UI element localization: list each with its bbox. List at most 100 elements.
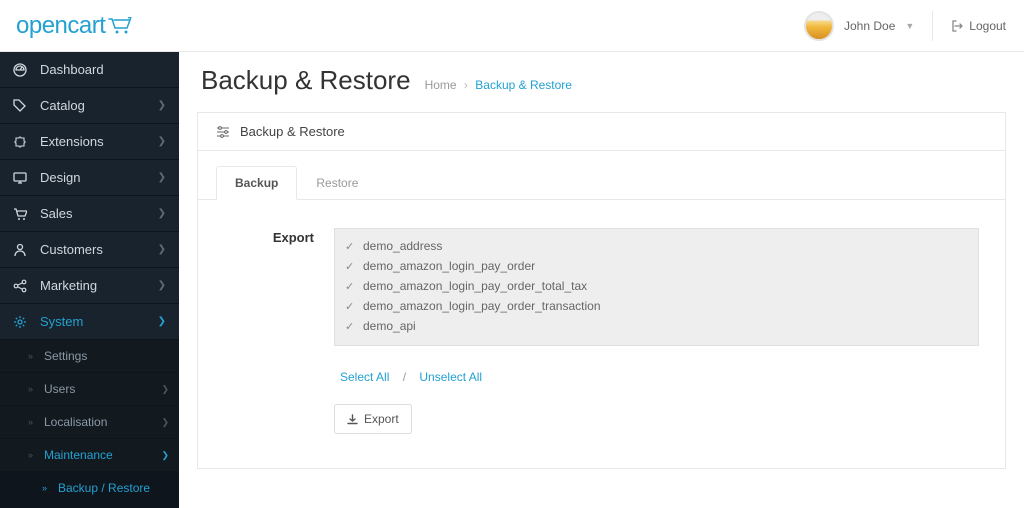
chevron-right-icon: ❯ <box>158 172 166 183</box>
panel: Backup & Restore Backup Restore Export ✓… <box>197 112 1006 469</box>
caret-down-icon: ▼ <box>905 21 914 31</box>
form-body: Export ✓ demo_address ✓ demo_amazon_login_… <box>198 200 1005 468</box>
breadcrumb-home[interactable]: Home <box>425 78 457 92</box>
puzzle-icon <box>13 135 31 149</box>
checkmark-icon: ✓ <box>345 240 357 253</box>
sidebar-item-label: Extensions <box>40 134 104 149</box>
breadcrumb-current[interactable]: Backup & Restore <box>475 78 572 92</box>
system-submenu: » Settings » Users ❯ » Localisation ❯ » … <box>0 340 179 508</box>
breadcrumb: Home › Backup & Restore <box>425 78 572 92</box>
share-icon <box>13 279 31 293</box>
table-name: demo_amazon_login_pay_order_total_tax <box>363 279 587 293</box>
cart-icon <box>13 207 31 221</box>
table-checkbox-item[interactable]: ✓ demo_address <box>345 236 968 256</box>
tab-backup[interactable]: Backup <box>216 166 297 200</box>
panel-header: Backup & Restore <box>198 113 1005 151</box>
sliders-icon <box>216 126 230 138</box>
export-row: Export ✓ demo_address ✓ demo_amazon_login_… <box>224 228 979 390</box>
sidebar-item-label: Dashboard <box>40 62 104 77</box>
logout-button[interactable]: Logout <box>951 19 1006 33</box>
tags-icon <box>13 99 31 113</box>
table-name: demo_amazon_login_pay_order <box>363 259 535 273</box>
sidebar-item-uploads[interactable]: » Uploads <box>0 504 179 508</box>
chevron-right-icon: ❯ <box>158 280 166 291</box>
logo[interactable]: opencart <box>16 12 134 40</box>
checkmark-icon: ✓ <box>345 300 357 313</box>
sidebar-item-extensions[interactable]: Extensions ❯ <box>0 124 179 160</box>
sidebar-item-label: Sales <box>40 206 73 221</box>
chevron-right-icon: » <box>28 417 36 427</box>
table-name: demo_amazon_login_pay_order_transaction <box>363 299 601 313</box>
breadcrumb-separator: › <box>464 78 468 92</box>
sidebar-item-label: Maintenance <box>44 448 113 462</box>
sidebar-item-label: Localisation <box>44 415 107 429</box>
sidebar-item-system[interactable]: System ❯ <box>0 304 179 340</box>
sidebar-item-label: Catalog <box>40 98 85 113</box>
separator: / <box>403 370 406 384</box>
user-icon <box>13 243 31 257</box>
select-links: Select All / Unselect All <box>334 346 979 390</box>
chevron-right-icon: » <box>28 351 36 361</box>
cart-icon <box>108 17 134 35</box>
checkmark-icon: ✓ <box>345 260 357 273</box>
header-actions: John Doe ▼ Logout <box>804 11 1006 41</box>
sidebar-item-label: Backup / Restore <box>58 481 150 495</box>
export-control: ✓ demo_address ✓ demo_amazon_login_pay_ord… <box>334 228 979 390</box>
chevron-right-icon: » <box>42 483 50 493</box>
chevron-right-icon: ❯ <box>158 100 166 111</box>
chevron-right-icon: » <box>28 450 36 460</box>
logo-text: opencart <box>16 12 105 40</box>
user-name: John Doe <box>844 19 895 33</box>
sidebar-item-dashboard[interactable]: Dashboard <box>0 52 179 88</box>
tab-restore[interactable]: Restore <box>297 166 377 200</box>
chevron-right-icon: ❯ <box>161 417 169 428</box>
page-title: Backup & Restore <box>201 65 411 96</box>
sidebar-item-label: Marketing <box>40 278 97 293</box>
select-all-link[interactable]: Select All <box>340 370 389 384</box>
avatar <box>804 11 834 41</box>
chevron-right-icon: ❯ <box>161 384 169 395</box>
button-wrap: Export <box>334 404 979 434</box>
sidebar-item-backup-restore[interactable]: » Backup / Restore <box>0 472 179 504</box>
download-icon <box>347 414 358 425</box>
sidebar-item-label: Design <box>40 170 80 185</box>
sidebar-item-label: System <box>40 314 83 329</box>
unselect-all-link[interactable]: Unselect All <box>419 370 482 384</box>
cog-icon <box>13 315 31 329</box>
table-checkbox-item[interactable]: ✓ demo_amazon_login_pay_order <box>345 256 968 276</box>
sidebar-item-users[interactable]: » Users ❯ <box>0 373 179 406</box>
chevron-right-icon: ❯ <box>161 450 169 461</box>
user-menu-button[interactable]: John Doe ▼ <box>804 11 914 41</box>
sidebar-item-sales[interactable]: Sales ❯ <box>0 196 179 232</box>
sidebar-item-maintenance[interactable]: » Maintenance ❯ <box>0 439 179 472</box>
sidebar: Dashboard Catalog ❯ Extensions ❯ Design … <box>0 0 179 508</box>
sidebar-item-settings[interactable]: » Settings <box>0 340 179 373</box>
export-button-label: Export <box>364 412 399 426</box>
chevron-right-icon: ❯ <box>158 316 166 327</box>
sidebar-item-customers[interactable]: Customers ❯ <box>0 232 179 268</box>
sidebar-item-design[interactable]: Design ❯ <box>0 160 179 196</box>
table-checkbox-item[interactable]: ✓demo_api <box>345 316 968 336</box>
sidebar-item-label: Customers <box>40 242 103 257</box>
chevron-right-icon: ❯ <box>158 208 166 219</box>
sidebar-item-label: Settings <box>44 349 87 363</box>
table-checkbox-item[interactable]: ✓ demo_amazon_login_pay_order_transaction <box>345 296 968 316</box>
desktop-icon <box>13 171 31 185</box>
sidebar-item-localisation[interactable]: » Localisation ❯ <box>0 406 179 439</box>
divider <box>932 11 933 41</box>
table-name: demo_api <box>363 319 416 333</box>
sidebar-item-marketing[interactable]: Marketing ❯ <box>0 268 179 304</box>
tables-checklist[interactable]: ✓ demo_address ✓ demo_amazon_login_pay_ord… <box>334 228 979 346</box>
chevron-right-icon: ❯ <box>158 244 166 255</box>
sidebar-item-catalog[interactable]: Catalog ❯ <box>0 88 179 124</box>
table-checkbox-item[interactable]: ✓ demo_amazon_login_pay_order_total_tax <box>345 276 968 296</box>
export-label: Export <box>224 228 334 245</box>
export-button[interactable]: Export <box>334 404 412 434</box>
logout-label: Logout <box>969 19 1006 33</box>
tabs: Backup Restore <box>198 151 1005 200</box>
spacer <box>224 404 334 406</box>
main-content: Backup & Restore Home › Backup & Restore… <box>179 0 1024 508</box>
top-header: opencart John Doe ▼ Logout <box>0 0 1024 52</box>
checkmark-icon: ✓ <box>345 280 357 293</box>
table-name: demo_address <box>363 239 442 253</box>
